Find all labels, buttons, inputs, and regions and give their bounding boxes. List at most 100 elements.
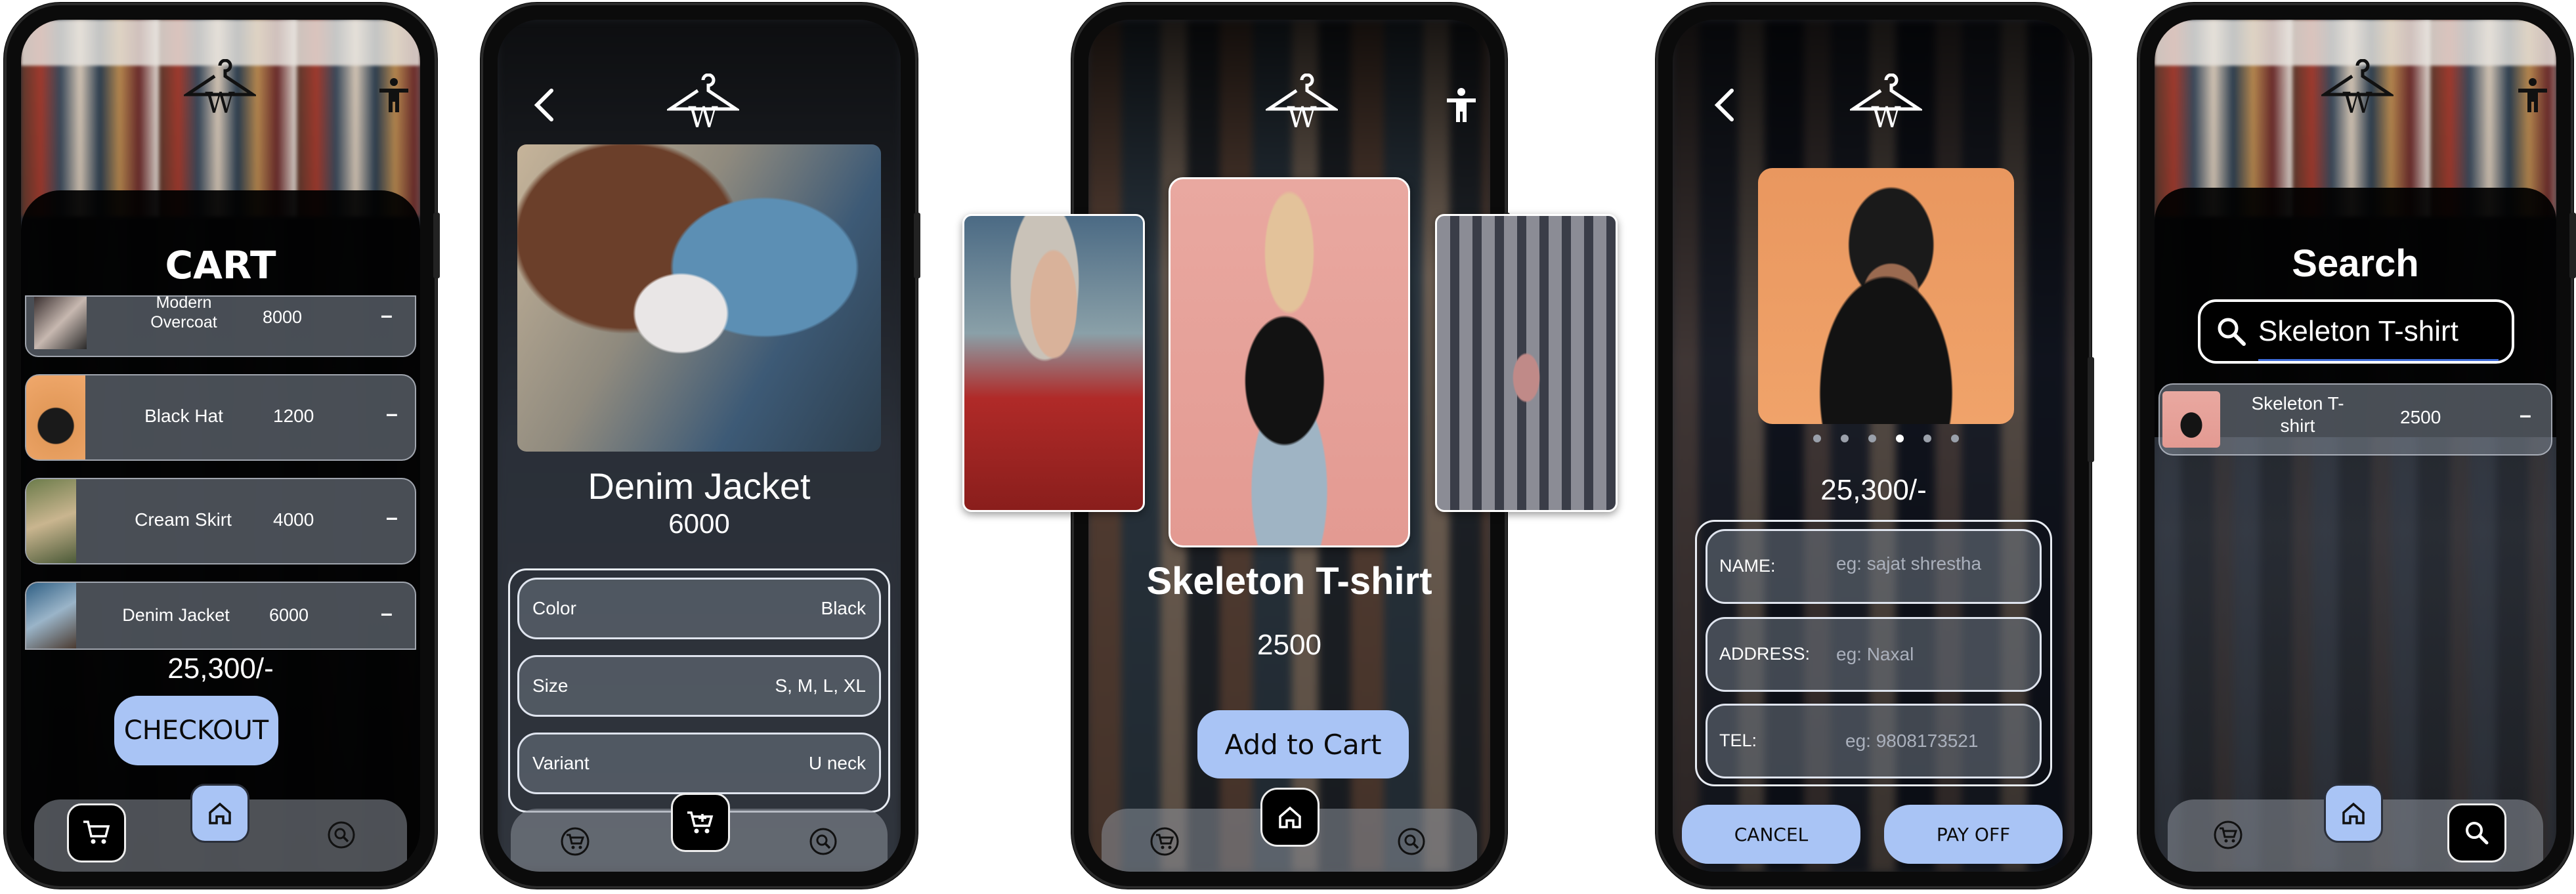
checkout-screen: W 25,300/- NAME: eg: sajat shrestha ADDR… xyxy=(1673,20,2074,872)
field-placeholder: eg: sajat shrestha xyxy=(1836,553,1982,574)
cart-total: 25,300/- xyxy=(167,652,274,685)
item-name: Cream Skirt xyxy=(135,509,232,530)
phone-search: W Search Skeleton T-shirt Skeleton T- sh… xyxy=(2137,3,2576,889)
add-to-cart-button[interactable]: Add to Cart xyxy=(1197,710,1409,778)
home-icon xyxy=(1279,806,1301,828)
nav-home-button[interactable] xyxy=(2324,784,2383,843)
product-price: 6000 xyxy=(668,508,730,539)
attribute-value: S, M, L, XL xyxy=(775,675,867,696)
remove-button[interactable]: – xyxy=(381,303,393,328)
result-price: 2500 xyxy=(2400,407,2441,427)
product-thumbnail xyxy=(34,297,87,349)
carousel-dot[interactable] xyxy=(1951,435,1959,442)
search-result-row[interactable]: Skeleton T- shirt 2500 – xyxy=(2158,383,2552,456)
side-button xyxy=(433,213,440,278)
cart-icon xyxy=(1150,827,1179,856)
hanger-logo-icon: W xyxy=(1847,73,1925,135)
attribute-variant[interactable]: Variant U neck xyxy=(517,733,881,794)
attribute-size[interactable]: Size S, M, L, XL xyxy=(517,655,881,717)
add-to-cart-icon xyxy=(687,811,714,834)
nav-search-button[interactable] xyxy=(2447,803,2506,862)
cart-row[interactable]: Modern Overcoat 8000 – xyxy=(25,293,416,357)
attribute-value: U neck xyxy=(808,753,866,773)
product-name: Denim Jacket xyxy=(588,465,811,507)
name-field[interactable]: NAME: eg: sajat shrestha xyxy=(1706,529,2042,604)
item-price: 1200 xyxy=(273,406,314,426)
product-name: Skeleton T-shirt xyxy=(1146,560,1432,603)
nav-search-button[interactable] xyxy=(1384,814,1439,869)
carousel-dots[interactable] xyxy=(1807,435,1965,444)
item-name: Black Hat xyxy=(144,406,223,426)
remove-button[interactable]: – xyxy=(381,601,393,626)
cart-screen: W CART Modern Overcoat 8000 – Black Hat … xyxy=(21,20,420,872)
nav-cart-button[interactable] xyxy=(2200,807,2256,862)
nav-cart-button[interactable] xyxy=(67,803,126,862)
item-price: 6000 xyxy=(269,605,309,625)
home-icon xyxy=(2342,802,2365,824)
address-field[interactable]: ADDRESS: eg: Naxal xyxy=(1706,617,2042,692)
checkout-button[interactable]: CHECKOUT xyxy=(114,696,278,765)
nav-add-to-cart-button[interactable] xyxy=(671,793,730,852)
product-detail-screen: W Denim Jacket 6000 Color Black Size S, … xyxy=(498,20,901,872)
field-label: TEL: xyxy=(1719,731,1757,750)
accessibility-icon[interactable] xyxy=(1442,85,1481,125)
cart-row[interactable]: Cream Skirt 4000 – xyxy=(25,478,416,564)
nav-home-button[interactable] xyxy=(1260,788,1320,847)
svg-text:W: W xyxy=(688,101,718,133)
phone-product-detail: W Denim Jacket 6000 Color Black Size S, … xyxy=(481,3,920,889)
nav-search-button[interactable] xyxy=(796,814,851,869)
nav-search-button[interactable] xyxy=(314,807,369,862)
pay-off-button[interactable]: PAY OFF xyxy=(1884,805,2063,864)
carousel-image-prev[interactable] xyxy=(962,214,1145,512)
side-button xyxy=(2569,213,2576,278)
accessibility-icon[interactable] xyxy=(2513,75,2552,115)
item-name: Modern Overcoat xyxy=(150,293,217,331)
remove-button[interactable]: – xyxy=(2520,403,2531,427)
field-placeholder: eg: 9808173521 xyxy=(1845,731,1979,751)
nav-cart-button[interactable] xyxy=(1137,814,1192,869)
search-icon xyxy=(1398,828,1425,855)
carousel-dot[interactable] xyxy=(1841,435,1849,442)
tel-field[interactable]: TEL: eg: 9808173521 xyxy=(1706,704,2042,778)
remove-button[interactable]: – xyxy=(386,505,398,530)
carousel-dot[interactable] xyxy=(1868,435,1876,442)
search-input[interactable]: Skeleton T-shirt xyxy=(2258,315,2458,348)
cart-icon xyxy=(83,820,110,844)
svg-text:W: W xyxy=(205,87,235,118)
phone-cart: W CART Modern Overcoat 8000 – Black Hat … xyxy=(4,3,440,889)
field-placeholder: eg: Naxal xyxy=(1836,644,1914,664)
nav-cart-button[interactable] xyxy=(547,814,603,869)
product-thumbnail xyxy=(26,375,85,459)
search-box[interactable]: Skeleton T-shirt xyxy=(2198,299,2514,364)
hanger-logo-icon: W xyxy=(1263,73,1341,135)
product-image xyxy=(517,144,881,452)
back-chevron-icon[interactable] xyxy=(528,85,561,125)
attribute-color[interactable]: Color Black xyxy=(517,578,881,639)
item-name: Denim Jacket xyxy=(122,605,230,625)
back-chevron-icon[interactable] xyxy=(1708,85,1741,125)
carousel-dot[interactable] xyxy=(1813,435,1821,442)
carousel-image-current[interactable] xyxy=(1169,177,1410,547)
page-title: CART xyxy=(165,243,276,287)
cart-row[interactable]: Black Hat 1200 – xyxy=(25,374,416,461)
svg-text:W: W xyxy=(1287,101,1317,133)
svg-text:W: W xyxy=(1871,101,1901,133)
carousel-dot-active[interactable] xyxy=(1896,435,1904,442)
search-icon xyxy=(328,821,355,849)
search-icon xyxy=(2466,822,2489,845)
result-name: Skeleton T- shirt xyxy=(2251,393,2344,436)
accessibility-icon[interactable] xyxy=(374,75,414,115)
svg-text:W: W xyxy=(2342,87,2372,118)
cancel-button[interactable]: CANCEL xyxy=(1682,805,1860,864)
search-icon xyxy=(2218,318,2246,346)
cart-icon xyxy=(561,827,590,856)
field-label: ADDRESS: xyxy=(1719,644,1811,664)
hanger-logo-icon: W xyxy=(181,58,259,120)
nav-home-button[interactable] xyxy=(190,784,249,843)
carousel-image-next[interactable] xyxy=(1435,214,1618,512)
carousel-dot[interactable] xyxy=(1923,435,1931,442)
cart-row[interactable]: Denim Jacket 6000 – xyxy=(25,582,416,650)
cart-icon xyxy=(2214,820,2243,849)
search-underline xyxy=(2258,359,2499,361)
remove-button[interactable]: – xyxy=(386,402,398,426)
